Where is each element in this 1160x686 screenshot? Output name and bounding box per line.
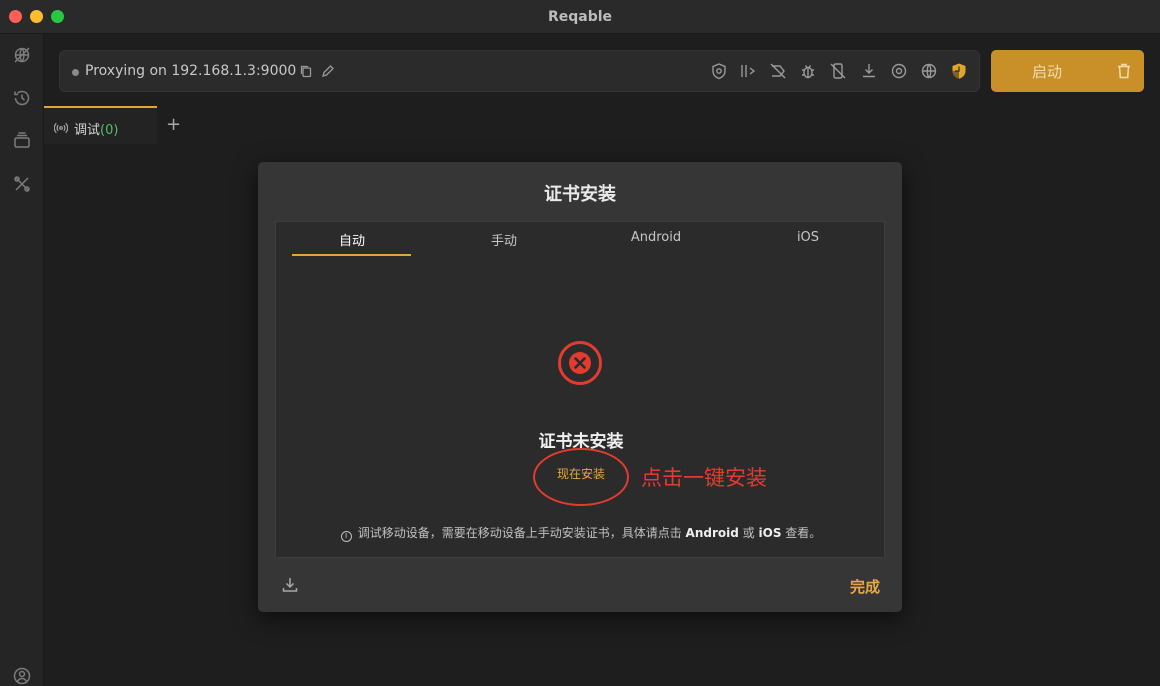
add-tab-button[interactable]: +: [166, 114, 181, 135]
tools-icon[interactable]: [10, 172, 34, 196]
dialog-panel: 自动 手动 Android iOS 证书未安装 现在安装 点击一键安装 i 调试移…: [275, 221, 885, 558]
tab-debug-count: (0): [100, 123, 119, 138]
mobile-off-icon[interactable]: [829, 62, 847, 80]
ssl-shield-icon[interactable]: [710, 62, 728, 80]
done-button[interactable]: 完成: [850, 576, 880, 597]
globe-off-icon[interactable]: [10, 43, 34, 67]
session-tab-row: 调试(0) +: [44, 106, 1160, 144]
start-button[interactable]: 启动: [991, 50, 1144, 92]
start-button-label: 启动: [1032, 63, 1063, 81]
proxy-bar: Proxying on 192.168.1.3:9000: [59, 50, 980, 92]
script-bug-icon[interactable]: [799, 62, 817, 80]
tab-android[interactable]: Android: [596, 230, 716, 256]
tab-debug-label: 调试(0): [74, 119, 118, 138]
trash-icon[interactable]: [1116, 62, 1132, 80]
antenna-icon: [53, 120, 69, 134]
account-icon[interactable]: [10, 664, 34, 686]
mobile-hint: i 调试移动设备，需要在移动设备上手动安装证书，具体请点击 Android 或 i…: [276, 524, 886, 542]
certificate-install-dialog: 证书安装 自动 手动 Android iOS 证书未安装 现在安装 点击一键安装…: [258, 162, 902, 612]
active-tab-indicator: [292, 254, 411, 256]
edit-icon[interactable]: [321, 63, 335, 77]
tab-debug-title: 调试: [74, 123, 101, 138]
hint-prefix: 调试移动设备，需要在移动设备上手动安装证书，具体请点击: [357, 526, 682, 540]
dialog-title: 证书安装: [544, 184, 616, 205]
breakpoint-off-icon[interactable]: [769, 62, 787, 80]
window-title: Reqable: [547, 9, 613, 25]
record-icon[interactable]: [890, 62, 908, 80]
tab-ios[interactable]: iOS: [748, 230, 868, 256]
collection-icon[interactable]: [10, 129, 34, 153]
info-icon: i: [340, 531, 352, 542]
install-now-button[interactable]: 现在安装: [531, 455, 631, 489]
proxy-status-dot: [72, 69, 79, 76]
hint-or: 或: [742, 526, 755, 540]
title-bar: Reqable: [0, 0, 1160, 34]
hint-ios-link[interactable]: iOS: [759, 526, 782, 540]
tab-debug[interactable]: 调试(0): [44, 106, 157, 144]
bandwidth-icon[interactable]: [739, 62, 757, 80]
globe-proxy-icon[interactable]: [920, 62, 938, 80]
tab-auto[interactable]: 自动: [292, 230, 412, 256]
hint-suffix: 查看。: [785, 526, 822, 540]
download-icon[interactable]: [860, 62, 878, 80]
proxy-status-text: Proxying on 192.168.1.3:9000: [85, 63, 297, 79]
annotation-text: 点击一键安装: [641, 466, 767, 490]
copy-icon[interactable]: [299, 63, 313, 78]
hint-android-link[interactable]: Android: [686, 526, 739, 540]
tab-manual[interactable]: 手动: [444, 230, 564, 256]
sidebar: [0, 34, 44, 686]
error-circle-icon: [556, 339, 604, 387]
history-icon[interactable]: [10, 86, 34, 110]
certificate-shield-icon[interactable]: [950, 62, 968, 80]
download-certificate-icon[interactable]: [280, 575, 300, 595]
